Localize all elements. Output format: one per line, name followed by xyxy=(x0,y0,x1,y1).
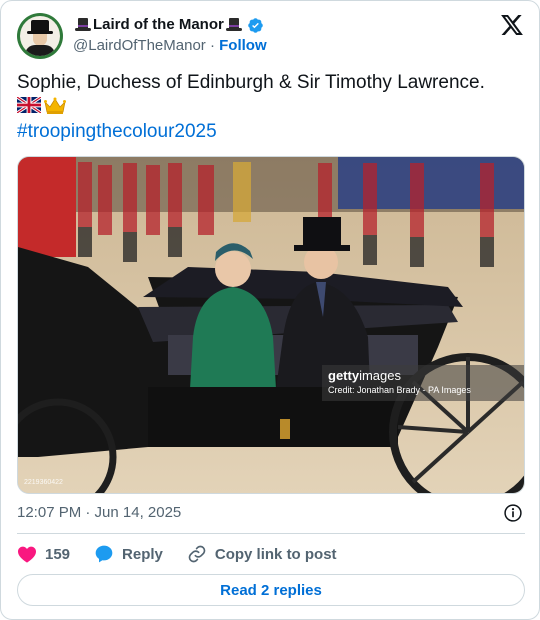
author-info: Laird of the Manor @LairdOfTheManor · Fo… xyxy=(73,15,267,56)
info-icon[interactable] xyxy=(503,503,523,523)
heart-icon xyxy=(18,546,36,563)
author-handle[interactable]: @LairdOfTheManor xyxy=(73,37,206,54)
hashtag-link[interactable]: #troopingthecolour2025 xyxy=(17,120,217,144)
link-icon xyxy=(188,545,206,563)
separator-dot: · xyxy=(209,37,215,54)
author-display-name[interactable]: Laird of the Manor xyxy=(93,15,224,35)
x-logo-icon[interactable] xyxy=(501,15,523,35)
uk-flag-icon xyxy=(17,97,41,113)
crown-icon xyxy=(44,97,66,114)
reply-label: Reply xyxy=(122,545,163,563)
image-id: 2219360422 xyxy=(24,479,63,486)
getty-logo: gettyimages xyxy=(328,368,401,383)
tweet-timestamp[interactable]: 12:07 PM · Jun 14, 2025 xyxy=(17,503,181,523)
author-name-row[interactable]: Laird of the Manor xyxy=(73,15,267,35)
follow-button[interactable]: Follow xyxy=(219,37,267,54)
copy-link-button[interactable]: Copy link to post xyxy=(187,544,337,564)
top-hat-icon xyxy=(75,17,91,33)
reply-button[interactable]: Reply xyxy=(94,544,163,564)
read-replies-button[interactable]: Read 2 replies xyxy=(17,574,525,606)
tweet-text: Sophie, Duchess of Edinburgh & Sir Timot… xyxy=(17,72,485,93)
top-hat-icon xyxy=(225,17,242,33)
tweet-card: Laird of the Manor @LairdOfTheManor · Fo… xyxy=(0,0,540,620)
emoji-row xyxy=(17,97,66,115)
tweet-photo[interactable]: gettyimages Credit: Jonathan Brady - PA … xyxy=(17,156,525,494)
action-bar: 159 Reply Copy link to post xyxy=(17,543,361,565)
getty-watermark: gettyimages Credit: Jonathan Brady - PA … xyxy=(322,365,524,401)
copy-link-label: Copy link to post xyxy=(214,545,337,563)
like-count: 159 xyxy=(45,545,71,563)
verified-badge-icon xyxy=(248,17,263,33)
reply-bubble-icon xyxy=(95,545,113,563)
photo-credit: Credit: Jonathan Brady - PA Images xyxy=(328,385,471,395)
author-handle-row: @LairdOfTheManor · Follow xyxy=(73,36,267,56)
avatar-image xyxy=(20,16,60,56)
carriage-photo-illustration xyxy=(18,157,524,493)
divider xyxy=(17,533,525,534)
author-avatar[interactable] xyxy=(17,13,63,59)
like-button[interactable]: 159 xyxy=(17,545,70,563)
